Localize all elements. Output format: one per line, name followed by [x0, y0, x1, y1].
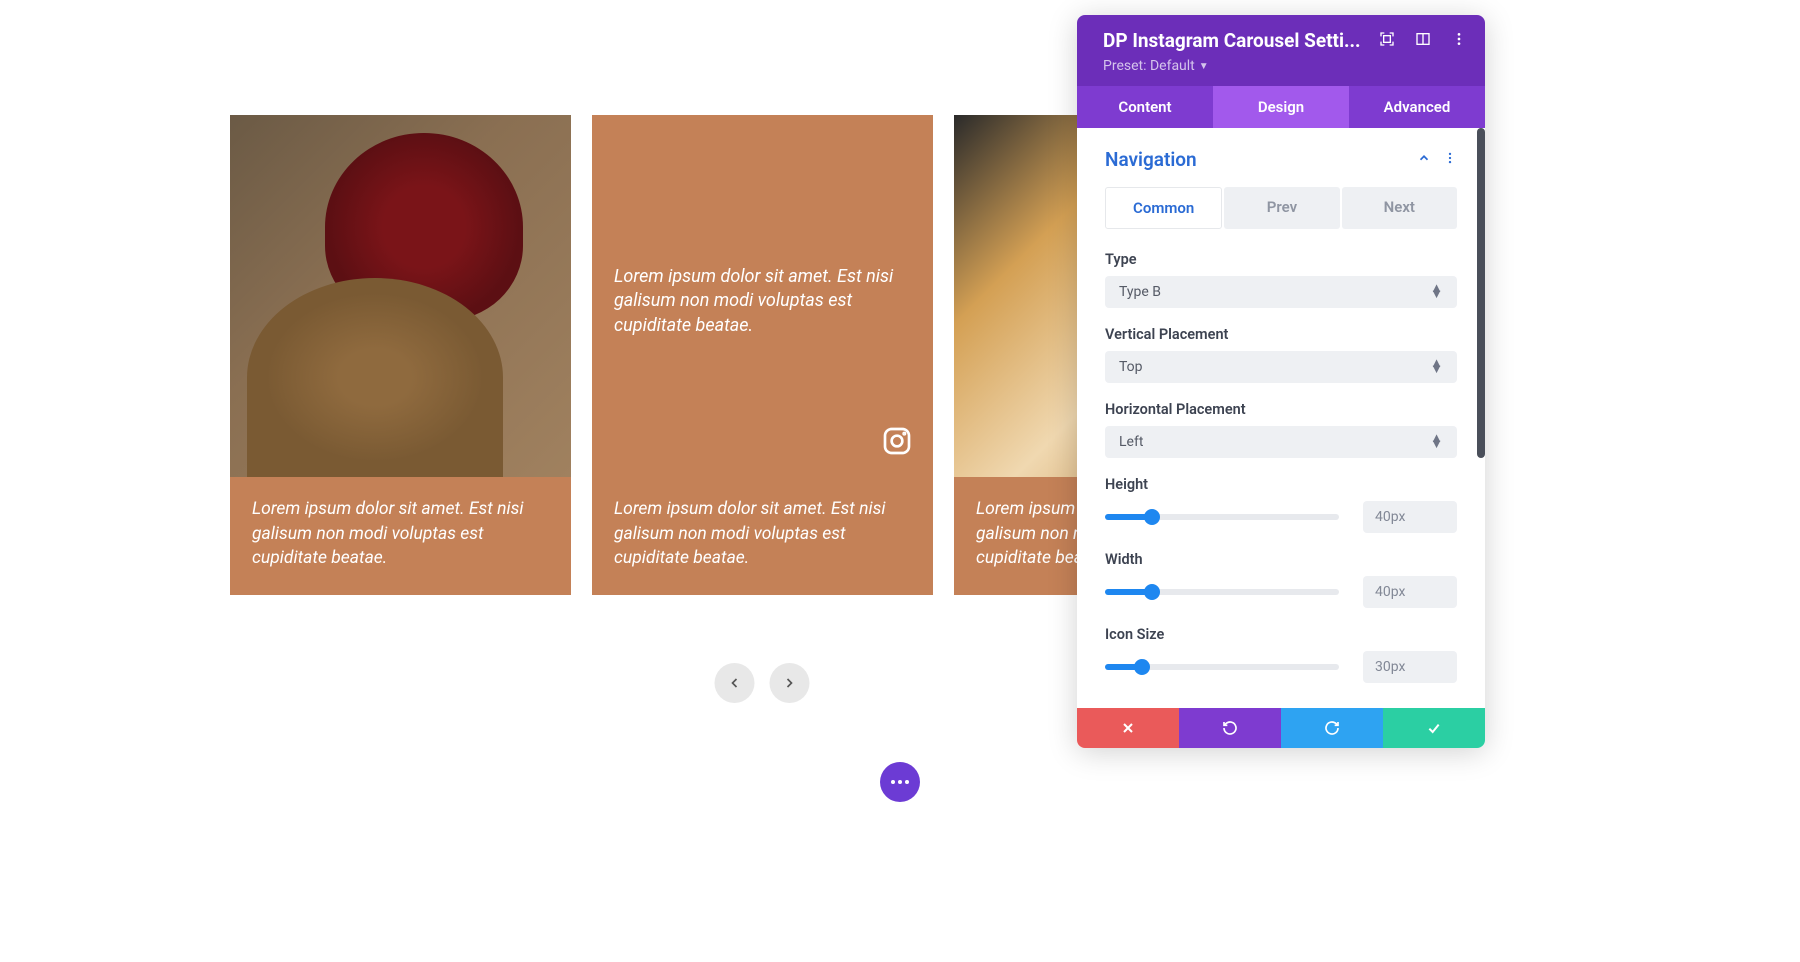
redo-button[interactable] [1281, 708, 1383, 748]
card-image-overlay: Lorem ipsum dolor sit amet. Est nisi gal… [592, 115, 933, 477]
expand-icon[interactable] [1379, 31, 1395, 51]
caret-down-icon: ▼ [1199, 61, 1209, 72]
width-slider[interactable] [1105, 589, 1339, 595]
field-label: Icon Size [1105, 626, 1457, 643]
fab-more-button[interactable] [880, 762, 920, 802]
settings-panel: DP Instagram Carousel Setti... Preset: D… [1077, 15, 1485, 748]
select-value: Type B [1119, 284, 1161, 300]
height-slider[interactable] [1105, 514, 1339, 520]
vertical-placement-select[interactable]: Top ▲▼ [1105, 351, 1457, 383]
subtab-common[interactable]: Common [1105, 187, 1222, 229]
select-value: Left [1119, 434, 1143, 450]
section-title: Navigation [1105, 148, 1197, 171]
overlay-caption: Lorem ipsum dolor sit amet. Est nisi gal… [614, 265, 911, 338]
close-button[interactable] [1077, 708, 1179, 748]
kebab-icon[interactable] [1443, 150, 1457, 169]
section-header[interactable]: Navigation [1105, 148, 1457, 171]
card-image [230, 115, 571, 477]
field-height: Height 40px [1105, 476, 1457, 533]
field-label: Height [1105, 476, 1457, 493]
undo-button[interactable] [1179, 708, 1281, 748]
card-caption: Lorem ipsum dolor sit amet. Est nisi gal… [230, 477, 571, 595]
carousel-card[interactable]: Lorem ipsum dolor sit amet. Est nisi gal… [592, 115, 933, 595]
field-width: Width 40px [1105, 551, 1457, 608]
prev-button[interactable] [715, 663, 755, 703]
card-caption: Lorem ipsum dolor sit amet. Est nisi gal… [592, 477, 933, 595]
more-icon [891, 780, 909, 784]
next-button[interactable] [770, 663, 810, 703]
slider-thumb[interactable] [1144, 584, 1160, 600]
sort-icon: ▲▼ [1430, 286, 1443, 299]
slider-thumb[interactable] [1144, 509, 1160, 525]
tab-advanced[interactable]: Advanced [1349, 86, 1485, 128]
instagram-icon [881, 425, 913, 457]
scrollbar[interactable] [1477, 128, 1485, 458]
columns-icon[interactable] [1415, 31, 1431, 51]
icon-size-slider[interactable] [1105, 664, 1339, 670]
carousel-nav [715, 663, 810, 703]
field-horizontal-placement: Horizontal Placement Left ▲▼ [1105, 401, 1457, 458]
field-label: Type [1105, 251, 1457, 268]
preset-selector[interactable]: Preset: Default ▼ [1103, 58, 1467, 74]
panel-body: Navigation Common Prev Next Type Type B … [1077, 128, 1485, 708]
subtabs: Common Prev Next [1105, 187, 1457, 229]
confirm-button[interactable] [1383, 708, 1485, 748]
panel-footer [1077, 708, 1485, 748]
subtab-prev[interactable]: Prev [1224, 187, 1339, 229]
card-caption: Lorem ipsum dolor sit amet. Est nisi gal… [954, 477, 1082, 595]
panel-tabs: Content Design Advanced [1077, 86, 1485, 128]
width-value[interactable]: 40px [1363, 576, 1457, 608]
card-image [954, 115, 1082, 477]
field-label: Width [1105, 551, 1457, 568]
panel-title: DP Instagram Carousel Setti... [1103, 29, 1365, 52]
subtab-next[interactable]: Next [1342, 187, 1457, 229]
field-label: Horizontal Placement [1105, 401, 1457, 418]
sort-icon: ▲▼ [1430, 436, 1443, 449]
carousel-card[interactable]: Lorem ipsum dolor sit amet. Est nisi gal… [230, 115, 571, 595]
kebab-icon[interactable] [1451, 31, 1467, 51]
preset-label: Preset: Default [1103, 58, 1195, 74]
field-icon-size: Icon Size 30px [1105, 626, 1457, 683]
tab-design[interactable]: Design [1213, 86, 1349, 128]
panel-header[interactable]: DP Instagram Carousel Setti... Preset: D… [1077, 15, 1485, 86]
height-value[interactable]: 40px [1363, 501, 1457, 533]
icon-size-value[interactable]: 30px [1363, 651, 1457, 683]
horizontal-placement-select[interactable]: Left ▲▼ [1105, 426, 1457, 458]
sort-icon: ▲▼ [1430, 361, 1443, 374]
field-type: Type Type B ▲▼ [1105, 251, 1457, 308]
field-vertical-placement: Vertical Placement Top ▲▼ [1105, 326, 1457, 383]
slider-thumb[interactable] [1134, 659, 1150, 675]
chevron-up-icon[interactable] [1417, 150, 1431, 169]
carousel-card[interactable]: Lorem ipsum dolor sit amet. Est nisi gal… [954, 115, 1082, 595]
field-label: Vertical Placement [1105, 326, 1457, 343]
type-select[interactable]: Type B ▲▼ [1105, 276, 1457, 308]
select-value: Top [1119, 359, 1143, 375]
tab-content[interactable]: Content [1077, 86, 1213, 128]
